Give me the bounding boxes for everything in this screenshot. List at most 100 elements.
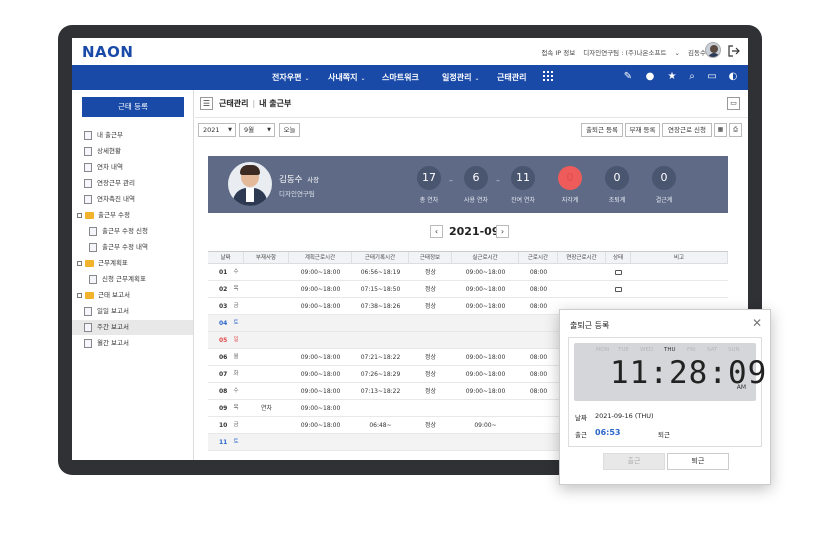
clock-ampm: AM [736,384,746,391]
column-header[interactable]: 연장근로시간 [558,252,606,264]
sidebar-item[interactable]: 출근부 수정 신청 [72,224,193,239]
table-row[interactable]: 02 목 09:00~18:00 07:15~18:50 정상 09:00~18:00 08… [208,281,728,298]
memo-icon[interactable] [615,287,622,292]
nav-attendance[interactable]: 근태관리 [497,72,526,83]
cell-plan: 09:00~18:00 [300,354,341,361]
profile-name: 김동수 사장 [279,173,319,185]
chevron-down-icon: ⌄ [360,75,366,82]
column-header[interactable]: 근로시간 [519,252,558,264]
caret-down-icon: ▼ [228,127,232,133]
cell-plan [289,332,352,349]
prev-month-button[interactable]: ‹ [430,225,443,238]
pen-icon[interactable]: ✎ [622,71,634,83]
cell-absence [244,417,289,434]
absence-register-button[interactable]: 부재 등록 [625,123,660,137]
cell-plan: 09:00~18:00 [300,405,341,412]
nav-schedule[interactable]: 일정관리 ⌄ [442,72,479,83]
cell-actual: 09:00~18:00 [465,303,506,310]
sidebar-item[interactable]: 출근부 수정 내역 [72,240,193,255]
cell-record [352,400,409,417]
sidebar-item[interactable]: 상세현황 [72,144,193,159]
cell-plan: 09:00~18:00 [300,269,341,276]
user-info: 접속 IP 정보 디자인연구팀 : (주)나온소프트 ⌄ 김동수 [535,47,706,57]
column-header[interactable]: 비고 [631,252,728,264]
expand-toggle-icon[interactable] [77,213,82,218]
clock-in-button[interactable]: 출근 [603,453,665,470]
memo-icon[interactable] [615,270,622,275]
avatar[interactable] [705,42,721,58]
cell-status [606,264,631,281]
user-name[interactable]: 김동수 [688,49,706,57]
cell-hours [519,332,558,349]
column-header[interactable]: 근태기록시간 [352,252,409,264]
cell-hours [519,400,558,417]
profile-card: 김동수 사장 디자인연구팀 17 총 연차 6 사용 연차 11 잔여 연차 0 지각계 0 조퇴… [208,156,728,213]
cell-hours: 08:00 [529,303,548,310]
cell-hours [519,315,558,332]
table-row[interactable]: 01 수 09:00~18:00 06:56~18:19 정상 09:00~18:00 08… [208,264,728,281]
stat-item: 0 지각계 [545,166,595,204]
stat-label: 결근계 [655,197,673,204]
sidebar-item[interactable]: 출근부 수정 [72,208,193,223]
column-header[interactable]: 실근로시간 [452,252,519,264]
star-icon[interactable]: ★ [666,71,678,83]
column-header[interactable]: 날짜 [208,252,244,264]
column-header[interactable]: 근태정보 [409,252,452,264]
palette-icon[interactable]: ◐ [727,71,739,83]
sidebar-item[interactable]: 연장근무 관리 [72,176,193,191]
menu-toggle-button[interactable]: ☰ [200,97,213,110]
sidebar-item[interactable]: 연차 내역 [72,160,193,175]
expand-toggle-icon[interactable] [77,293,82,298]
clock-out-button[interactable]: 퇴근 [667,453,729,470]
next-month-button[interactable]: › [496,225,509,238]
clock-in-out-button[interactable]: 출퇴근 등록 [581,123,623,137]
nav-smartwork[interactable]: 스마트워크 [382,72,419,83]
year-select[interactable]: 2021 ▼ [198,123,236,137]
clock-icon [84,179,92,188]
sidebar-item[interactable]: 일일 보고서 [72,304,193,319]
cell-actual: 09:00~18:00 [465,269,506,276]
cell-plan: 09:00~18:00 [300,388,341,395]
nav-attendance-label: 근태관리 [497,73,527,82]
stat-value: 17 [417,166,441,190]
search-icon[interactable]: ⌕ [686,71,698,83]
print-icon[interactable]: ⎙ [729,123,742,137]
sidebar-item[interactable]: 월간 보고서 [72,336,193,351]
chat-icon[interactable]: ● [644,71,656,83]
column-header[interactable]: 부재사항 [244,252,289,264]
nav-mail[interactable]: 전자우편 ⌄ [272,72,309,83]
sidebar-item[interactable]: 주간 보고서 [72,320,193,335]
row-day: 07 [219,371,228,378]
naon-logo[interactable]: NAON [82,43,133,61]
close-icon[interactable]: ✕ [752,316,762,330]
filter-bar: 2021 ▼ 9월 ▼ 오늘 출퇴근 등록 부재 등록 연장근로 신청 ▦ ⎙ [195,118,748,142]
sidebar-item-label: 월간 보고서 [97,339,129,347]
breadcrumb-section[interactable]: 근태관리 [219,99,248,108]
sidebar-item[interactable]: 신청 근무계획표 [72,272,193,287]
ip-info-link[interactable]: 접속 IP 정보 [541,49,575,57]
screen-icon[interactable]: ▭ [727,97,740,110]
overtime-request-button[interactable]: 연장근로 신청 [662,123,712,137]
doc-icon [89,227,97,236]
column-header[interactable]: 계획근로시간 [289,252,352,264]
grid-icon[interactable] [542,71,554,83]
cell-hours: 08:00 [529,371,548,378]
column-header[interactable]: 상태 [606,252,631,264]
sidebar-item[interactable]: 연차촉진 내역 [72,192,193,207]
logout-icon[interactable] [728,45,740,57]
row-weekday: 수 [233,269,239,275]
monitor-icon[interactable]: ▭ [706,71,718,83]
sidebar-item[interactable]: 근무계획표 [72,256,193,271]
nav-memo[interactable]: 사내쪽지 ⌄ [328,72,365,83]
month-select[interactable]: 9월 ▼ [239,123,275,137]
today-button[interactable]: 오늘 [279,123,300,137]
row-weekday: 수 [233,388,239,394]
expand-toggle-icon[interactable] [77,261,82,266]
attendance-register-button[interactable]: 근태 등록 [82,97,184,117]
cell-actual: 09:00~18:00 [465,286,506,293]
clock-in-label: 출근 [575,431,587,439]
clock-out-label: 퇴근 [658,431,670,439]
excel-icon[interactable]: ▦ [714,123,727,137]
sidebar-item[interactable]: 근태 보고서 [72,288,193,303]
sidebar-item[interactable]: 내 출근부 [72,128,193,143]
